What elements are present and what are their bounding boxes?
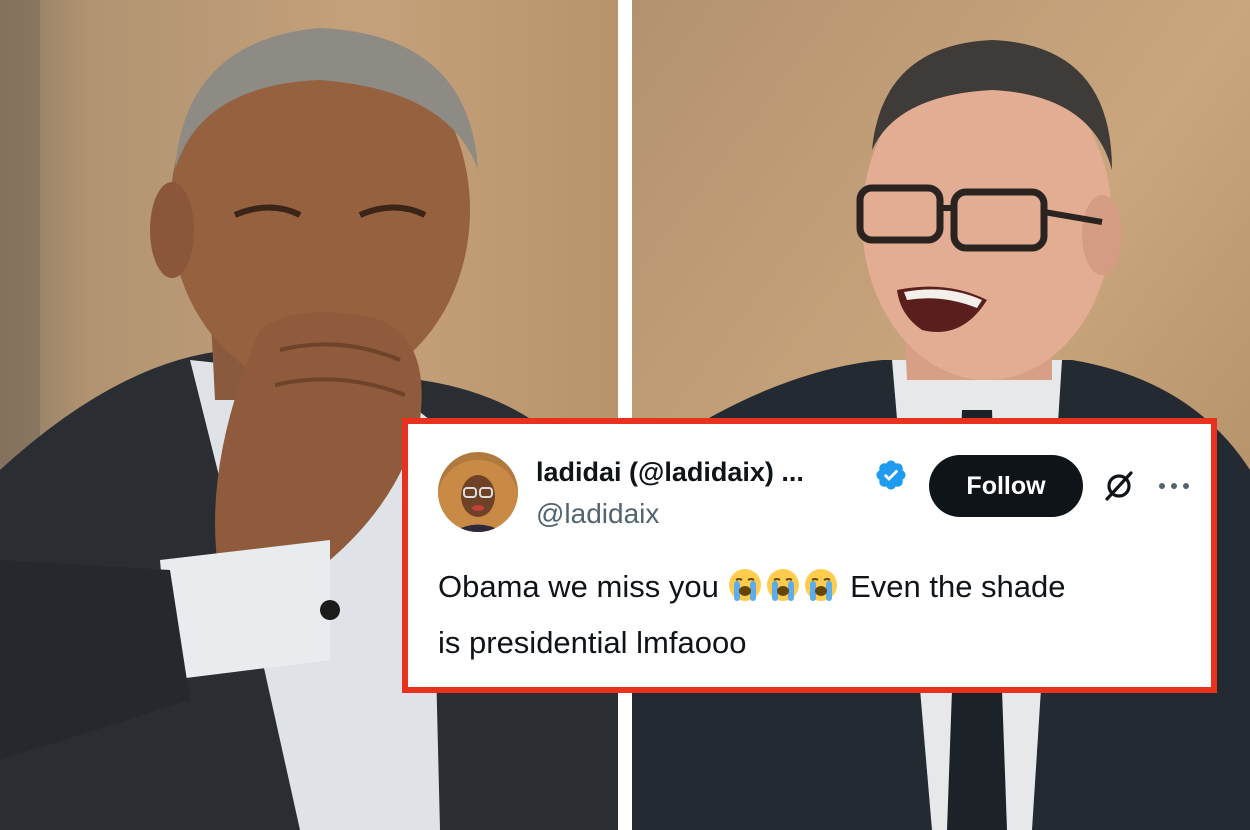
tweet-text: Obama we miss you Even the shade is pres… [438, 562, 1188, 668]
verified-badge-icon [876, 460, 906, 490]
follow-button[interactable]: Follow [929, 455, 1083, 517]
display-name[interactable]: ladidai (@ladidaix) ... [536, 457, 804, 488]
left-photo [0, 0, 618, 830]
loudly-crying-face-icon [767, 569, 800, 601]
tweet-text-part3: is presidential lmfaooo [438, 625, 747, 660]
photo-divider [618, 0, 632, 830]
emoji-group [727, 567, 841, 618]
avatar[interactable] [438, 452, 518, 532]
loudly-crying-face-icon [729, 569, 762, 601]
more-options-icon[interactable] [1156, 471, 1192, 501]
handle[interactable]: @ladidaix [536, 498, 659, 530]
tweet-card: ladidai (@ladidaix) ... @ladidaix Follow… [402, 418, 1217, 693]
x-logo-icon[interactable] [1102, 469, 1136, 503]
tweet-text-part1: Obama we miss you [438, 569, 719, 604]
tweet-text-part2: Even the shade [850, 569, 1066, 604]
loudly-crying-face-icon [805, 569, 838, 601]
right-photo [632, 0, 1250, 830]
